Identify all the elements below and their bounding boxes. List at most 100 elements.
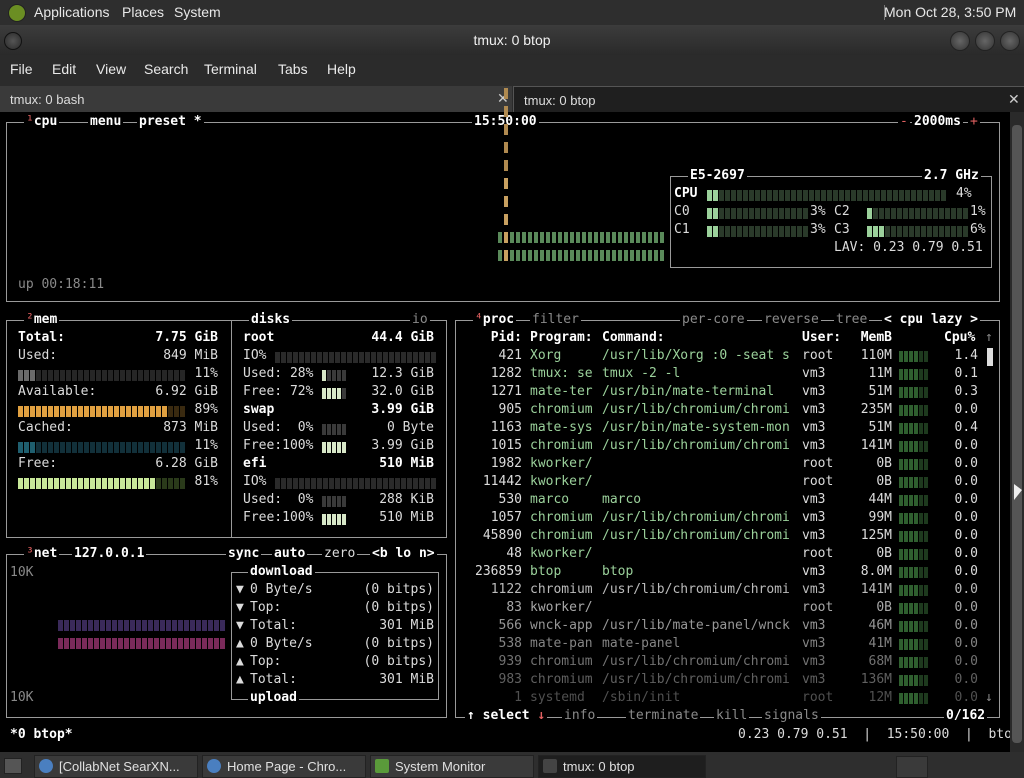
taskbar-item-tmux-btop[interactable]: tmux: 0 btop xyxy=(538,755,706,778)
net-auto-toggle[interactable]: auto xyxy=(272,547,308,561)
mem-box-title[interactable]: ²mem xyxy=(24,313,60,327)
window-titlebar[interactable]: tmux: 0 btop xyxy=(0,25,1024,55)
proc-header-program[interactable]: Program: xyxy=(530,329,593,347)
terminal-area[interactable]: ¹cpu menu preset * 15:50:00 - 2000ms + u… xyxy=(0,88,1020,752)
taskbar-item-system-monitor[interactable]: System Monitor xyxy=(370,755,534,778)
menu-view[interactable]: View xyxy=(96,61,126,77)
proc-select-button[interactable]: ↑ select ↓ xyxy=(465,709,548,723)
proc-cpu: 0.0 xyxy=(954,438,978,453)
proc-reverse-toggle[interactable]: reverse xyxy=(762,313,821,327)
interval-plus-button[interactable]: + xyxy=(968,115,980,129)
proc-tree-toggle[interactable]: tree xyxy=(834,313,870,327)
proc-cpu: 0.0 xyxy=(954,528,978,543)
taskbar-item-searxng[interactable]: [CollabNet SearXN... xyxy=(34,755,198,778)
proc-mem: 110M xyxy=(860,348,892,363)
menu-applications[interactable]: Applications xyxy=(34,4,110,20)
disks-box-title[interactable]: disks xyxy=(249,313,293,327)
net-sync-toggle[interactable]: sync xyxy=(226,547,262,561)
proc-cpu: 1.4 xyxy=(954,348,978,363)
cpu-graph xyxy=(498,88,666,274)
disk-used-meter xyxy=(322,496,346,507)
disk-free: 3.99 GiB xyxy=(371,438,434,453)
disk-size: 510 MiB xyxy=(379,456,434,471)
menu-search[interactable]: Search xyxy=(144,61,188,77)
cpu-interval: 2000ms xyxy=(912,114,963,129)
disk-used-label: Used: 0% xyxy=(243,492,314,507)
menu-system[interactable]: System xyxy=(174,4,221,20)
mem-used-pct: 11% xyxy=(194,366,218,381)
cpu-total-meter xyxy=(707,190,946,201)
proc-header-cpu[interactable]: Cpu% xyxy=(944,329,975,347)
taskbar-item-home-page[interactable]: Home Page - Chro... xyxy=(202,755,366,778)
tmux-window-list[interactable]: *0 btop* xyxy=(10,726,73,744)
mem-free: 6.28 GiB xyxy=(155,456,218,471)
disk-size: 44.4 GiB xyxy=(371,330,434,345)
proc-program: mate-pan xyxy=(530,636,593,651)
show-desktop-icon[interactable] xyxy=(4,758,22,774)
interval-minus-button[interactable]: - xyxy=(898,115,910,129)
mem-free-label: Free: xyxy=(18,456,58,471)
proc-info-button[interactable]: info xyxy=(562,709,598,723)
proc-box-title[interactable]: ⁴proc xyxy=(473,313,517,327)
maximize-icon[interactable] xyxy=(975,31,995,51)
menu-places[interactable]: Places xyxy=(122,4,164,20)
terminal-scrollbar-thumb[interactable] xyxy=(1012,125,1022,743)
disk-free: 510 MiB xyxy=(379,510,434,525)
proc-header-command[interactable]: Command: xyxy=(602,329,665,347)
proc-header-mem[interactable]: MemB xyxy=(850,329,892,347)
proc-user: vm3 xyxy=(802,564,826,579)
proc-per-core-toggle[interactable]: per-core xyxy=(680,313,747,327)
proc-header-pid[interactable]: Pid: xyxy=(468,329,522,347)
core-meter xyxy=(867,226,968,237)
proc-cpu: 0.0 xyxy=(954,690,978,705)
proc-pid: 1982 xyxy=(490,456,522,471)
proc-command: /usr/bin/mate-terminal xyxy=(602,384,775,399)
mem-free-pct: 81% xyxy=(194,474,218,489)
minimize-icon[interactable] xyxy=(950,31,970,51)
proc-scroll-down-icon[interactable]: ↓ xyxy=(985,689,993,707)
panel-clock[interactable]: Mon Oct 28, 3:50 PM xyxy=(884,4,1024,20)
menu-edit[interactable]: Edit xyxy=(52,61,76,77)
proc-scrollbar-thumb[interactable] xyxy=(987,348,993,366)
proc-mem-meter xyxy=(899,441,928,452)
net-stat-arrow: ▲ xyxy=(236,672,244,687)
cpu-preset-button[interactable]: preset * xyxy=(137,115,204,129)
proc-mem: 51M xyxy=(868,420,892,435)
proc-filter-button[interactable]: filter xyxy=(530,313,581,327)
tab-tmux-bash[interactable]: tmux: 0 bash ✕ xyxy=(0,86,512,112)
cpu-box-title[interactable]: ¹cpu xyxy=(24,115,60,129)
cpu-menu-button[interactable]: menu xyxy=(88,115,124,129)
menu-tabs[interactable]: Tabs xyxy=(278,61,308,77)
proc-pid: 1057 xyxy=(490,510,522,525)
proc-sort-selector[interactable]: < cpu lazy > xyxy=(882,313,980,327)
core-pct: 3% xyxy=(810,222,826,237)
net-interface-nav[interactable]: <b lo n> xyxy=(370,547,437,561)
proc-mem: 0B xyxy=(876,456,892,471)
disks-io-toggle[interactable]: io xyxy=(410,313,430,327)
proc-header-user[interactable]: User: xyxy=(802,329,841,347)
close-window-icon[interactable] xyxy=(1000,31,1020,51)
proc-command: tmux -2 -l xyxy=(602,366,681,381)
core-pct: 1% xyxy=(970,204,986,219)
proc-scroll-up-icon[interactable]: ↑ xyxy=(985,329,993,347)
workspace-switcher[interactable] xyxy=(896,756,928,778)
tab-tmux-btop[interactable]: tmux: 0 btop ✕ xyxy=(513,86,1024,113)
proc-cpu: 0.0 xyxy=(954,654,978,669)
close-tab-icon[interactable]: ✕ xyxy=(1008,91,1020,108)
net-stat-label: 0 Byte/s xyxy=(250,636,313,651)
menu-help[interactable]: Help xyxy=(327,61,356,77)
menu-terminal[interactable]: Terminal xyxy=(204,61,257,77)
proc-user: vm3 xyxy=(802,582,826,597)
proc-cpu: 0.0 xyxy=(954,672,978,687)
proc-mem: 68M xyxy=(868,654,892,669)
net-box-title[interactable]: ³net xyxy=(24,547,60,561)
proc-terminate-button[interactable]: terminate xyxy=(626,709,701,723)
net-zero-button[interactable]: zero xyxy=(322,547,358,561)
proc-command: /usr/bin/mate-system-mon xyxy=(602,420,790,435)
mate-logo-icon[interactable] xyxy=(8,4,26,22)
proc-cpu: 0.3 xyxy=(954,384,978,399)
proc-signals-button[interactable]: signals xyxy=(762,709,821,723)
proc-user: root xyxy=(802,690,834,705)
proc-kill-button[interactable]: kill xyxy=(714,709,750,723)
menu-file[interactable]: File xyxy=(10,61,33,77)
